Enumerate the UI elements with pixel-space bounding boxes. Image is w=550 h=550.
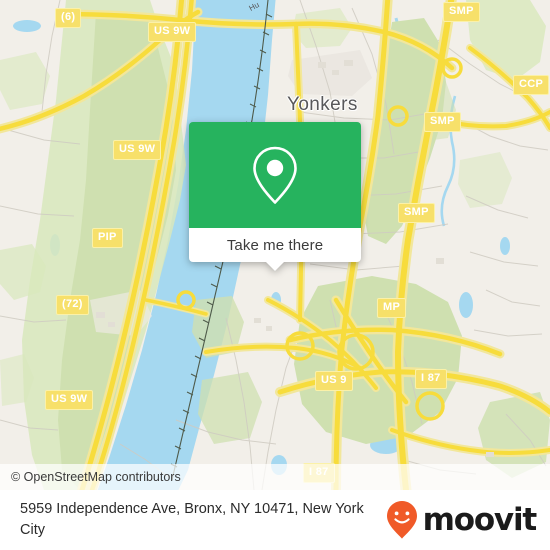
location-popup[interactable]: Take me there (189, 122, 361, 271)
footer-bar: 5959 Independence Ave, Bronx, NY 10471, … (0, 490, 550, 550)
highway-shield[interactable]: MP (377, 298, 407, 318)
moovit-smiley-pin-icon (386, 501, 417, 539)
map-screenshot: Hu Yonkers (6) US 9W SMP CCP SMP US 9W S… (0, 0, 550, 550)
map-pin-icon (253, 146, 297, 204)
popup-tail (265, 261, 285, 271)
highway-shield[interactable]: (6) (55, 8, 82, 28)
address-text: 5959 Independence Ave, Bronx, NY 10471, … (20, 500, 364, 538)
highway-shield[interactable]: I 87 (415, 369, 447, 389)
highway-shield[interactable]: PIP (92, 228, 123, 248)
highway-shield[interactable]: US 9 (315, 371, 353, 391)
highway-shield[interactable]: SMP (443, 2, 480, 22)
osm-attribution-text[interactable]: © OpenStreetMap contributors (0, 470, 181, 484)
highway-shield[interactable]: (72) (56, 295, 89, 315)
highway-shield[interactable]: US 9W (45, 390, 94, 410)
highway-shield[interactable]: US 9W (113, 140, 162, 160)
city-label-yonkers: Yonkers (287, 94, 358, 115)
popup-header (189, 122, 361, 228)
map-canvas[interactable]: Hu Yonkers (6) US 9W SMP CCP SMP US 9W S… (0, 0, 550, 490)
highway-shield[interactable]: SMP (398, 203, 435, 223)
take-me-there-label: Take me there (226, 236, 324, 254)
moovit-logo[interactable]: moovit (385, 500, 550, 540)
moovit-wordmark: moovit (422, 501, 538, 538)
take-me-there-button[interactable]: Take me there (189, 228, 361, 271)
highway-shield[interactable]: CCP (513, 75, 550, 95)
highway-shield[interactable]: SMP (424, 112, 461, 132)
osm-attribution-bar: © OpenStreetMap contributors (0, 464, 550, 490)
highway-shield[interactable]: US 9W (148, 22, 197, 42)
